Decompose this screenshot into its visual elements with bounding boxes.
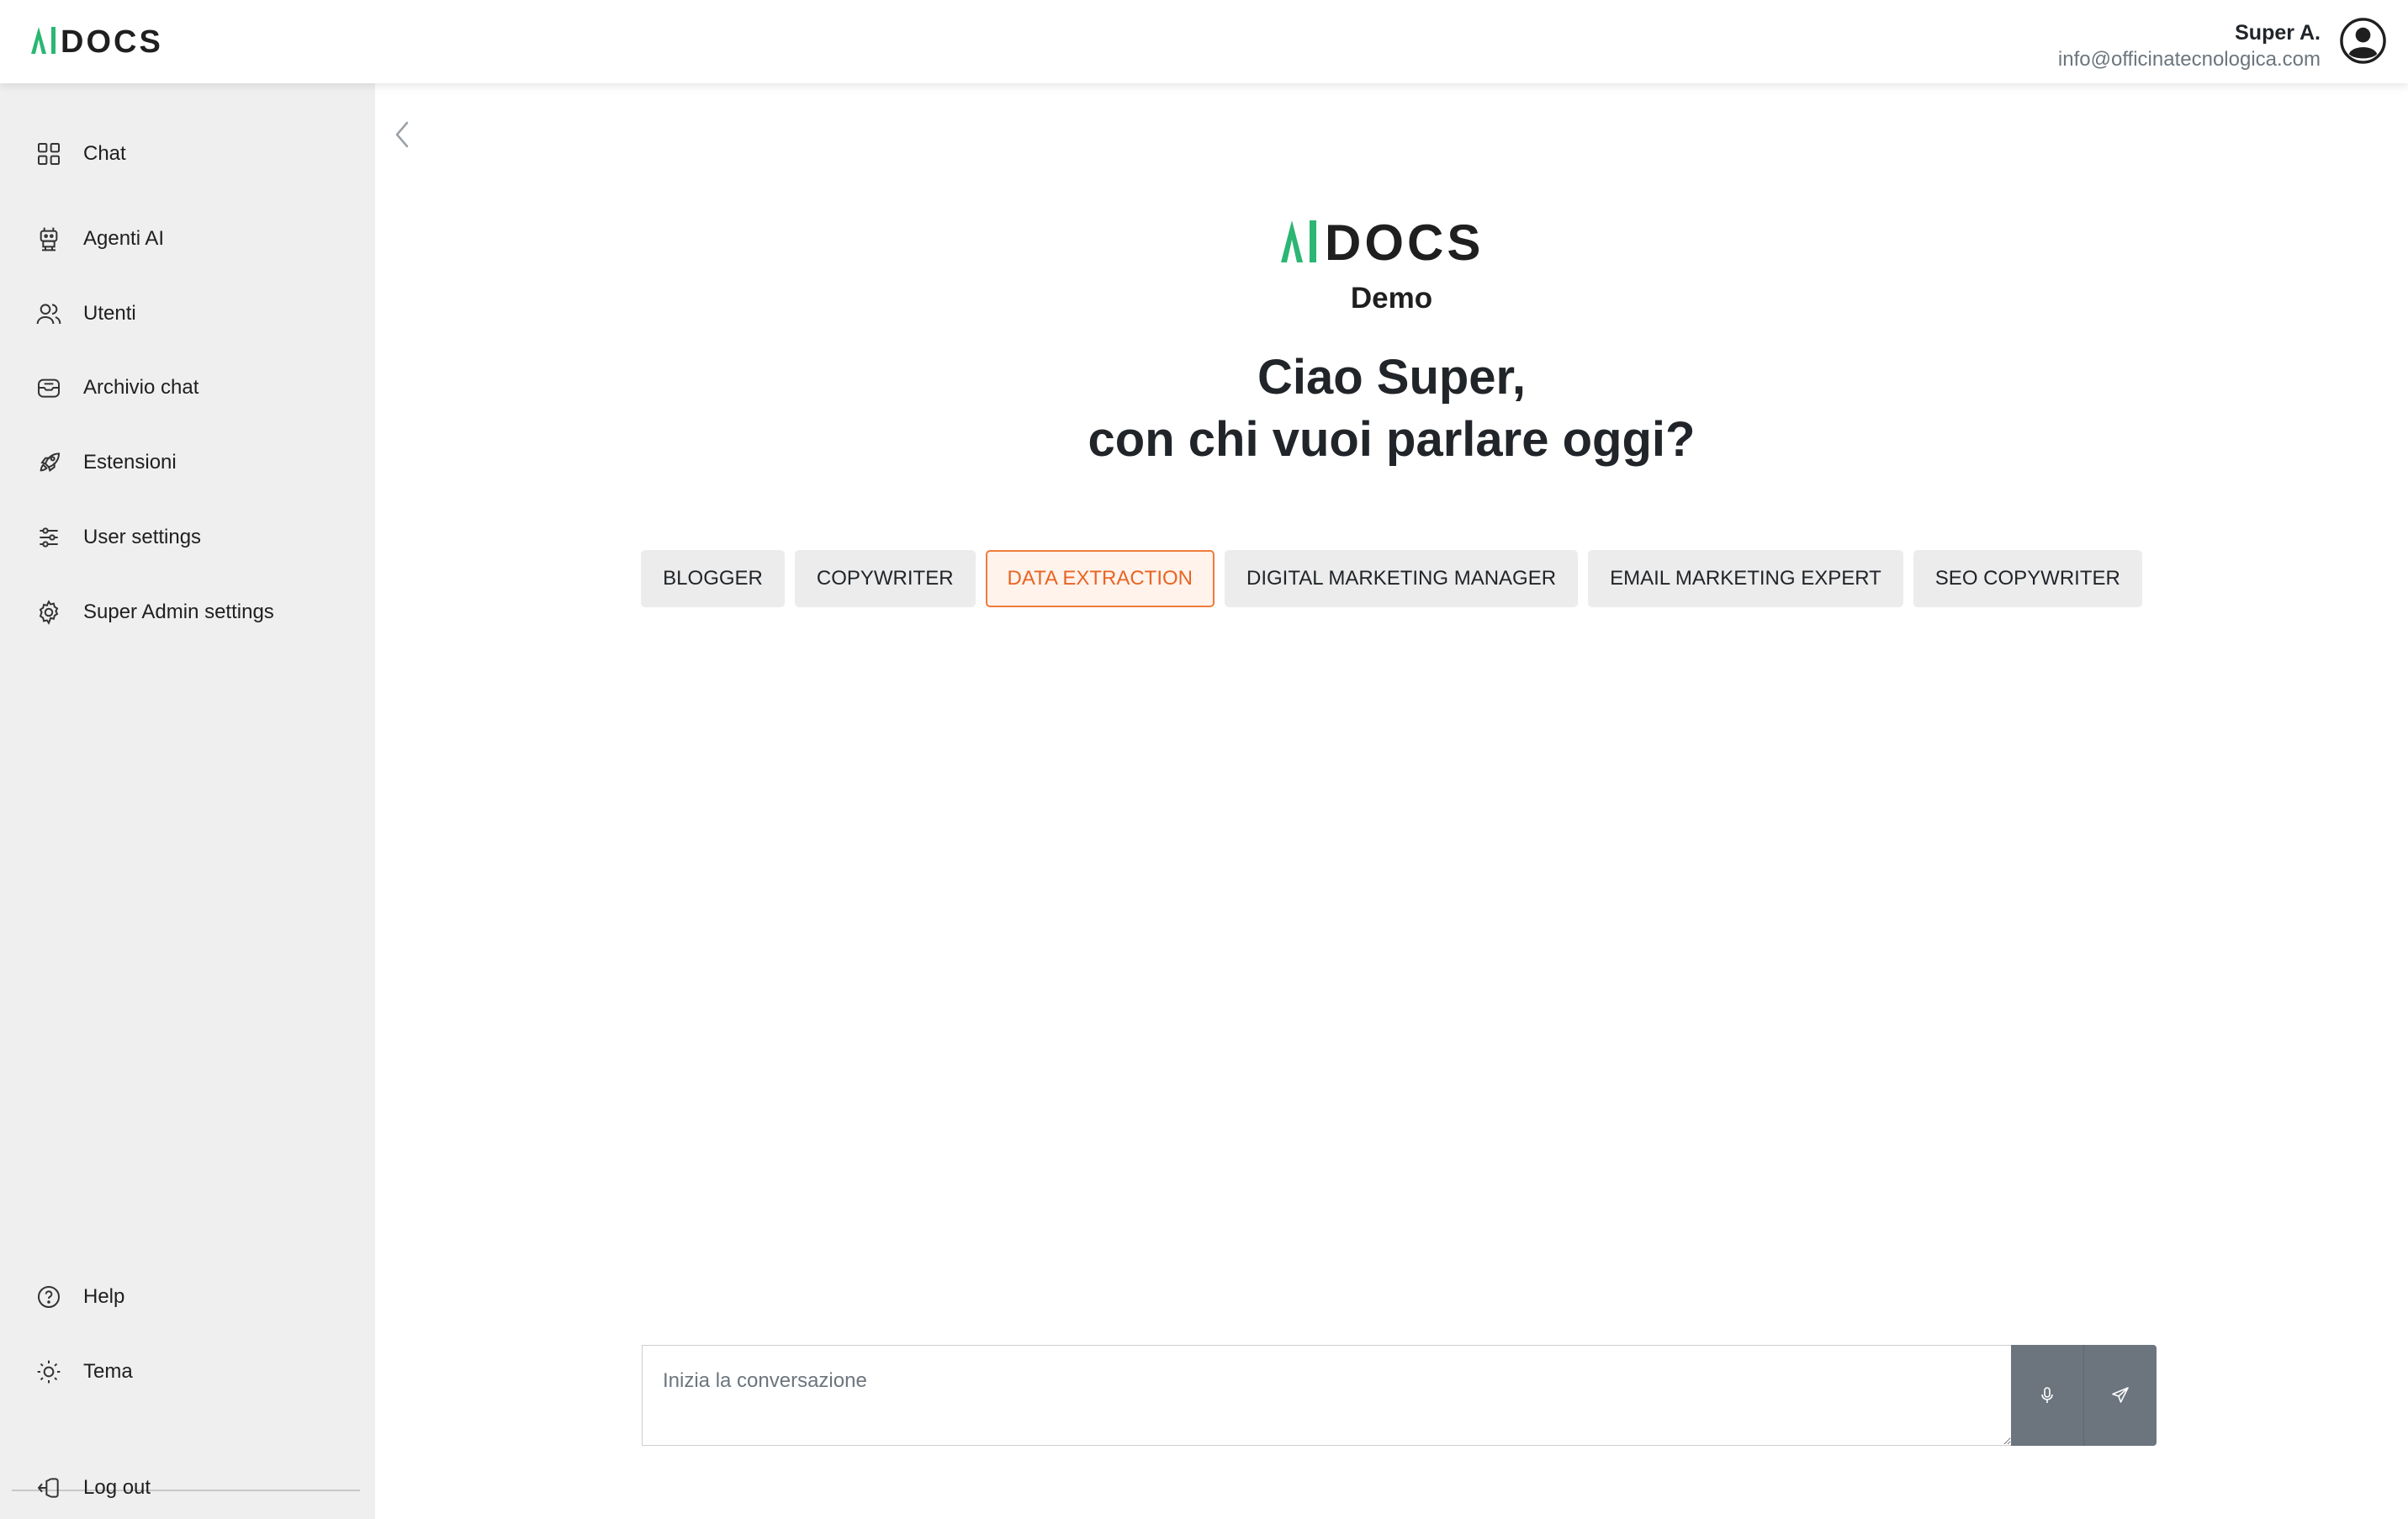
greeting-line-1: Ciao Super, [1257, 350, 1527, 405]
svg-text:DOCS: DOCS [61, 25, 163, 56]
app-logo[interactable]: DOCS [31, 25, 183, 56]
aidocs-logo: DOCS [1280, 217, 1484, 264]
inbox-icon [32, 371, 66, 405]
sun-icon [32, 1355, 66, 1389]
agent-button-digital-marketing-manager[interactable]: DIGITAL MARKETING MANAGER [1225, 550, 1579, 607]
sidebar-item-tema[interactable]: Tema [32, 1349, 133, 1395]
user-email: info@officinatecnologica.com [2057, 48, 2321, 71]
sidebar-item-user-settings[interactable]: User settings [32, 515, 201, 560]
agent-button-blogger[interactable]: BLOGGER [641, 550, 785, 607]
sidebar-item-label: User settings [83, 526, 202, 548]
sidebar: Chat Agenti AI Utenti Archivio chat Este… [0, 83, 375, 1519]
users-icon [32, 297, 66, 331]
rocket-icon [32, 446, 66, 479]
send-button[interactable] [2083, 1345, 2157, 1446]
organization-name: Demo [1350, 282, 1433, 315]
message-input[interactable] [642, 1345, 2012, 1446]
microphone-button[interactable] [2011, 1345, 2084, 1446]
sidebar-item-estensioni[interactable]: Estensioni [32, 440, 177, 485]
grid-icon [32, 137, 66, 171]
send-icon [2112, 1387, 2129, 1403]
microphone-icon [2041, 1387, 2053, 1403]
top-bar: DOCS Super A. info@officinatecnologica.c… [0, 0, 2408, 83]
sidebar-item-label: Help [83, 1285, 125, 1308]
sidebar-item-label: Estensioni [83, 451, 177, 474]
sidebar-item-chat[interactable]: Chat [32, 131, 126, 177]
user-circle-icon[interactable] [2339, 17, 2387, 65]
agent-button-data-extraction[interactable]: DATA EXTRACTION [985, 550, 1215, 607]
sidebar-item-super-admin-settings[interactable]: Super Admin settings [32, 590, 274, 635]
sidebar-item-archivio-chat[interactable]: Archivio chat [32, 365, 198, 410]
sidebar-item-label: Log out [83, 1476, 151, 1499]
sidebar-item-utenti[interactable]: Utenti [32, 291, 136, 336]
sidebar-item-logout[interactable]: Log out [32, 1465, 151, 1511]
center-logo: DOCS [0, 217, 2408, 264]
agent-selector: BLOGGER COPYWRITER DATA EXTRACTION DIGIT… [375, 550, 2408, 607]
sidebar-item-label: Archivio chat [83, 376, 199, 399]
user-name: Super A. [2235, 21, 2321, 45]
user-info[interactable]: Super A. info@officinatecnologica.com [2058, 19, 2321, 72]
collapse-sidebar-button[interactable] [390, 118, 415, 151]
sidebar-item-help[interactable]: Help [32, 1274, 124, 1320]
agent-button-seo-copywriter[interactable]: SEO COPYWRITER [1913, 550, 2142, 607]
chevron-left-icon [395, 121, 409, 148]
sidebar-item-label: Tema [83, 1360, 133, 1383]
agent-button-email-marketing-expert[interactable]: EMAIL MARKETING EXPERT [1588, 550, 1903, 607]
message-composer [642, 1345, 2157, 1446]
sidebar-item-label: Utenti [83, 302, 136, 325]
sidebar-item-label: Chat [83, 142, 126, 165]
sidebar-item-label: Super Admin settings [83, 601, 274, 623]
sliders-icon [32, 521, 66, 554]
greeting-heading: Ciao Super, con chi vuoi parlare oggi? [375, 347, 2408, 471]
agent-button-copywriter[interactable]: COPYWRITER [794, 550, 976, 607]
gear-icon [32, 595, 66, 629]
greeting-line-2: con chi vuoi parlare oggi? [1088, 412, 1696, 467]
svg-text:DOCS: DOCS [1325, 217, 1484, 264]
help-circle-icon [32, 1280, 66, 1314]
logout-icon [32, 1471, 66, 1505]
